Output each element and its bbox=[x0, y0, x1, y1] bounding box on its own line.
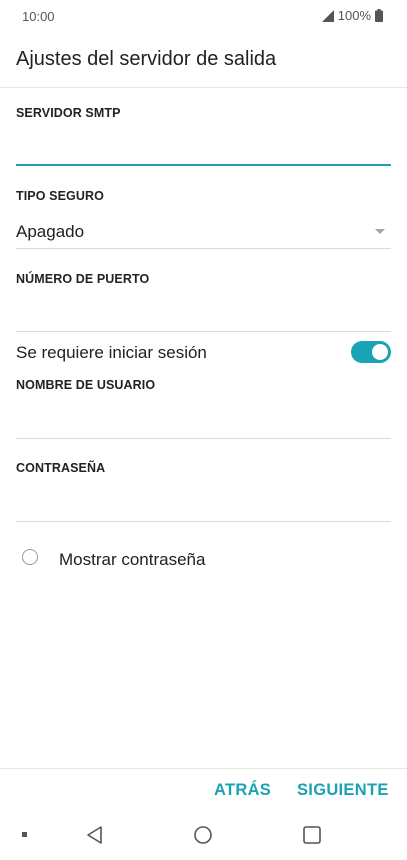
page-title: Ajustes del servidor de salida bbox=[16, 48, 277, 70]
nav-recent-icon[interactable] bbox=[302, 825, 322, 845]
back-button[interactable]: ATRÁS bbox=[214, 781, 271, 800]
smtp-server-underline bbox=[16, 164, 391, 166]
battery-icon bbox=[375, 9, 383, 22]
password-underline bbox=[16, 521, 391, 522]
smtp-server-label: SERVIDOR SMTP bbox=[16, 106, 121, 120]
security-type-underline bbox=[16, 248, 391, 249]
status-indicators: 100% bbox=[321, 8, 383, 23]
signal-icon bbox=[321, 9, 334, 22]
password-input[interactable] bbox=[16, 489, 391, 517]
nav-indicator-icon bbox=[22, 832, 27, 837]
require-login-label: Se requiere iniciar sesión bbox=[16, 343, 207, 362]
require-login-row: Se requiere iniciar sesión bbox=[16, 338, 391, 368]
radio-unchecked-icon[interactable] bbox=[22, 549, 38, 565]
port-input[interactable] bbox=[16, 299, 391, 327]
show-password-row[interactable]: Mostrar contraseña bbox=[16, 545, 391, 575]
next-button[interactable]: SIGUIENTE bbox=[297, 781, 389, 800]
username-input[interactable] bbox=[16, 406, 391, 434]
username-underline bbox=[16, 438, 391, 439]
dropdown-arrow-icon bbox=[375, 229, 385, 234]
app-bar: Ajustes del servidor de salida bbox=[0, 32, 407, 88]
port-label: NÚMERO DE PUERTO bbox=[16, 272, 150, 286]
security-type-value: Apagado bbox=[16, 222, 85, 241]
require-login-toggle[interactable] bbox=[351, 341, 391, 363]
battery-level: 100% bbox=[337, 8, 371, 23]
username-label: NOMBRE DE USUARIO bbox=[16, 378, 156, 392]
nav-bar bbox=[0, 812, 407, 860]
port-underline bbox=[16, 331, 391, 332]
toggle-knob bbox=[372, 344, 388, 360]
show-password-label: Mostrar contraseña bbox=[59, 550, 206, 569]
smtp-server-input[interactable] bbox=[16, 134, 391, 162]
button-bar: ATRÁS SIGUIENTE bbox=[0, 768, 407, 813]
password-label: CONTRASEÑA bbox=[16, 461, 106, 475]
nav-home-icon[interactable] bbox=[193, 825, 213, 845]
nav-back-icon[interactable] bbox=[85, 825, 105, 845]
status-time: 10:00 bbox=[22, 9, 55, 24]
security-type-label: TIPO SEGURO bbox=[16, 189, 104, 203]
status-bar: 10:00 100% bbox=[0, 0, 407, 32]
security-type-select[interactable]: Apagado bbox=[16, 216, 391, 248]
